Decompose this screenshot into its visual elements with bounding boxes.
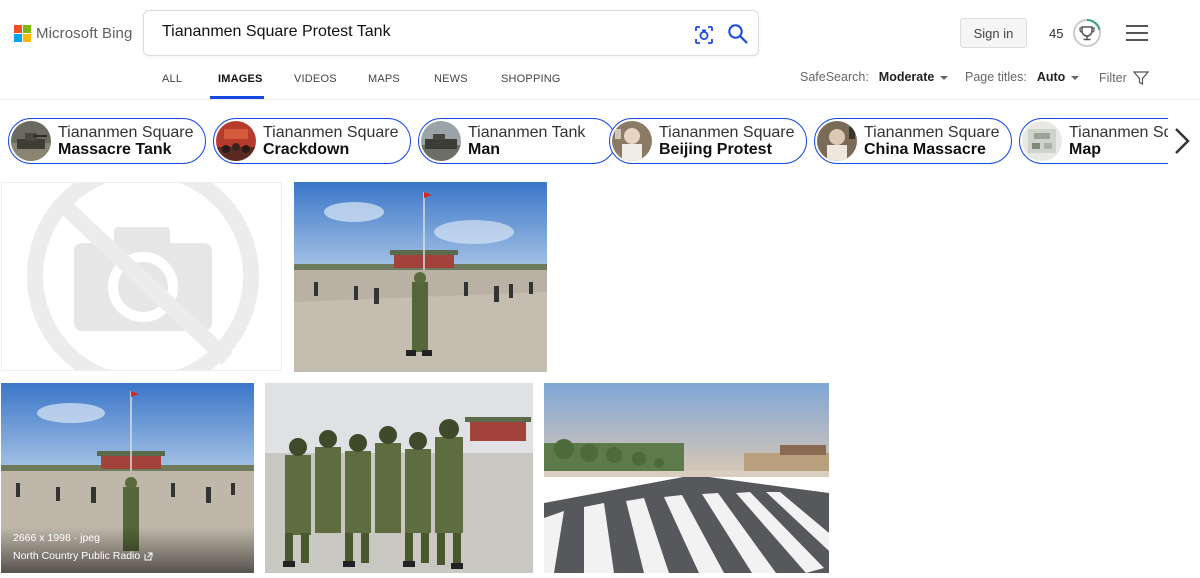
related-search-pill[interactable]: Tiananmen SquareMap — [1019, 118, 1168, 164]
external-link-icon — [144, 552, 153, 560]
related-search-pill[interactable]: Tiananmen Square Crackdown — [213, 118, 411, 164]
pill-line2: Crackdown — [263, 141, 350, 158]
pill-line2: China Massacre — [864, 141, 986, 158]
page-titles-label: Page titles: — [965, 70, 1027, 84]
related-search-pill[interactable]: Tiananmen Tank Man — [418, 118, 616, 164]
safesearch-value: Moderate — [878, 70, 935, 84]
related-thumbnail — [817, 121, 857, 161]
image-result[interactable]: 2666 x 1998 · jpeg North Country Public … — [1, 383, 254, 573]
filter-icon — [1132, 71, 1149, 85]
vertical-nav: ALL IMAGES VIDEOS MAPS NEWS SHOPPING Saf… — [0, 60, 1200, 100]
image-result[interactable] — [294, 182, 547, 372]
hamburger-menu-icon[interactable] — [1126, 24, 1148, 42]
active-tab-indicator — [210, 96, 264, 99]
result-thumbnail — [294, 182, 547, 372]
image-result[interactable] — [1, 182, 282, 371]
pill-line1: Tiananmen Square — [864, 124, 1000, 141]
pill-line2: Beijing Protest — [659, 141, 772, 158]
tab-news[interactable]: NEWS — [434, 73, 468, 85]
safesearch-label: SafeSearch: — [800, 70, 869, 84]
pill-line1: Tiananmen Square — [263, 124, 399, 141]
page-titles-dropdown[interactable]: Page titles: Auto — [965, 70, 1080, 84]
pill-line1: Tiananmen Square — [1069, 124, 1168, 141]
caret-down-icon — [940, 75, 949, 80]
related-search-pill[interactable]: Tiananmen Square China Massacre — [814, 118, 1012, 164]
chevron-right-icon[interactable] — [1168, 124, 1196, 158]
pill-line1: Tiananmen Square — [659, 124, 795, 141]
related-thumbnail — [216, 121, 256, 161]
rewards-points[interactable]: 45 — [1049, 26, 1063, 41]
pill-line2: Man — [468, 141, 500, 158]
pill-line2: Map — [1069, 141, 1101, 158]
result-thumbnail — [265, 383, 533, 573]
image-result[interactable] — [265, 383, 533, 573]
safesearch-dropdown[interactable]: SafeSearch: Moderate — [800, 70, 949, 84]
related-searches: Tiananmen Square Massacre Tank Tiananmen … — [8, 118, 1168, 166]
related-thumbnail — [11, 121, 51, 161]
image-source-link[interactable]: North Country Public Radio — [13, 550, 153, 562]
related-thumbnail — [421, 121, 461, 161]
page-titles-value: Auto — [1036, 70, 1066, 84]
pill-line1: Tiananmen Tank — [468, 124, 586, 141]
related-search-pill[interactable]: Tiananmen Square Massacre Tank — [8, 118, 206, 164]
sign-in-button[interactable]: Sign in — [960, 18, 1027, 48]
tab-videos[interactable]: VIDEOS — [294, 73, 337, 85]
filter-button[interactable]: Filter — [1099, 70, 1149, 86]
related-search-pill[interactable]: Tiananmen Square Beijing Protest — [609, 118, 807, 164]
search-input[interactable] — [162, 23, 682, 41]
related-thumbnail — [1022, 121, 1062, 161]
brand-name: Microsoft Bing — [36, 24, 133, 42]
broken-image-icon — [27, 183, 259, 370]
bing-logo[interactable]: Microsoft Bing — [14, 24, 132, 42]
filter-label: Filter — [1099, 71, 1127, 85]
tab-maps[interactable]: MAPS — [368, 73, 400, 85]
pill-line2: Massacre Tank — [58, 141, 172, 158]
caret-down-icon — [1071, 75, 1080, 80]
image-source: North Country Public Radio — [13, 550, 141, 562]
image-dimensions: 2666 x 1998 · jpeg — [13, 532, 100, 544]
tab-images[interactable]: IMAGES — [218, 73, 263, 85]
tab-shopping[interactable]: SHOPPING — [501, 73, 561, 85]
microsoft-logo-icon — [14, 24, 31, 42]
image-result[interactable] — [544, 383, 829, 573]
rewards-trophy-icon[interactable] — [1072, 18, 1102, 48]
related-thumbnail — [612, 121, 652, 161]
search-box — [143, 10, 759, 56]
result-thumbnail — [544, 383, 829, 573]
tab-all[interactable]: ALL — [162, 73, 182, 85]
pill-line1: Tiananmen Square — [58, 124, 194, 141]
search-icon[interactable] — [727, 23, 749, 45]
visual-search-icon[interactable] — [694, 25, 714, 45]
